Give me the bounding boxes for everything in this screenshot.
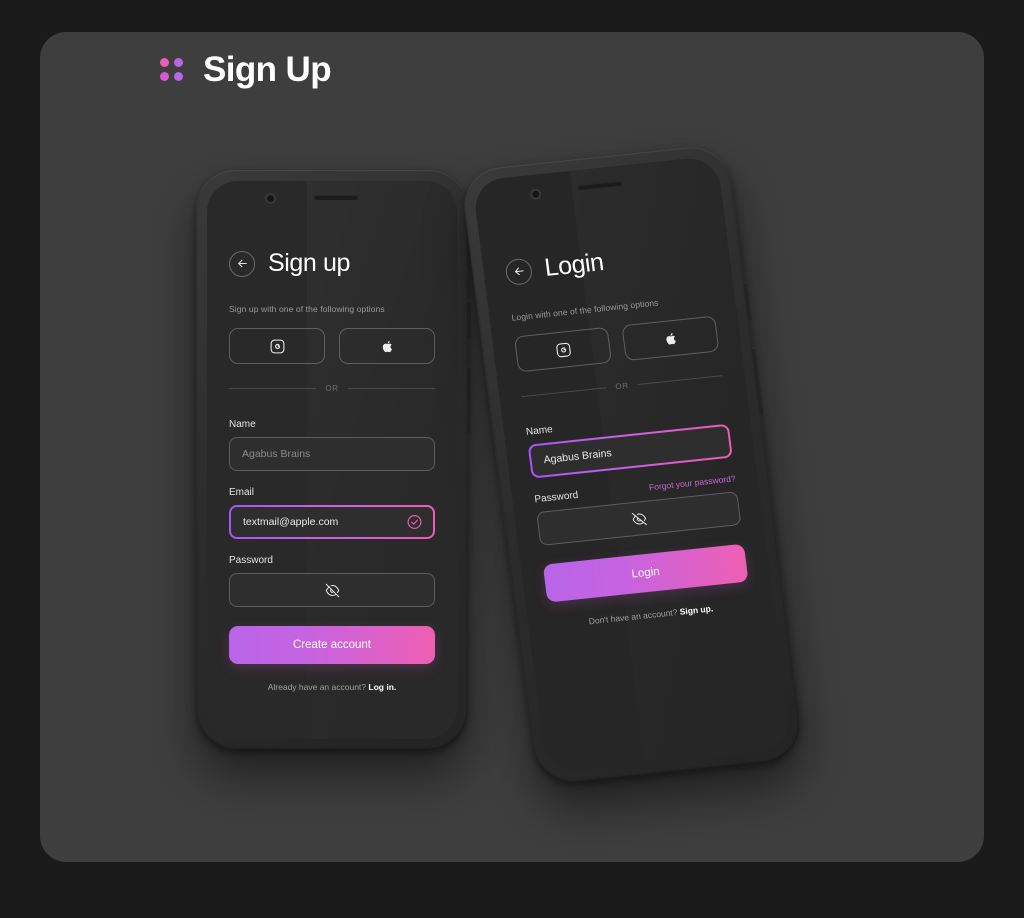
signup-name-group: Name Agabus Brains bbox=[229, 419, 435, 471]
apple-icon bbox=[382, 340, 392, 352]
brand-header: Sign Up bbox=[160, 50, 332, 89]
forgot-password-link[interactable]: Forgot your password? bbox=[648, 473, 736, 492]
divider-line-right bbox=[347, 388, 436, 389]
google-icon bbox=[270, 339, 284, 353]
name-value: Agabus Brains bbox=[542, 447, 613, 467]
password-input[interactable] bbox=[229, 573, 435, 607]
earpiece-speaker bbox=[314, 195, 358, 200]
email-focus-ring: textmail@apple.com bbox=[229, 505, 435, 539]
back-button[interactable] bbox=[229, 250, 255, 277]
signup-title: Sign up bbox=[268, 249, 350, 277]
front-camera-icon bbox=[529, 188, 542, 201]
create-account-label: Create account bbox=[293, 639, 371, 651]
signup-password-group: Password bbox=[229, 555, 435, 607]
earpiece-speaker bbox=[577, 180, 622, 191]
signup-footer: Already have an account? Log in. bbox=[229, 682, 435, 692]
divider-line-right bbox=[637, 375, 723, 385]
signup-social-row bbox=[229, 328, 435, 364]
signup-footer-text: Already have an account? bbox=[267, 682, 369, 692]
eye-off-icon[interactable] bbox=[630, 510, 647, 526]
login-header: Login bbox=[504, 237, 709, 287]
signup-screen: Sign up Sign up with one of the followin… bbox=[207, 181, 457, 739]
name-input[interactable]: Agabus Brains bbox=[229, 437, 435, 471]
phone-side-button-volume bbox=[467, 300, 471, 338]
phone-mockup-signup: Sign up Sign up with one of the followin… bbox=[196, 170, 471, 750]
email-input[interactable]: textmail@apple.com bbox=[229, 505, 435, 539]
signup-content: Sign up Sign up with one of the followin… bbox=[207, 249, 457, 692]
page-title: Sign Up bbox=[203, 50, 332, 89]
password-label: Password bbox=[533, 489, 579, 506]
four-dot-logo-icon bbox=[160, 58, 183, 81]
back-button[interactable] bbox=[504, 257, 534, 286]
login-title: Login bbox=[542, 248, 606, 282]
divider-label: OR bbox=[614, 380, 630, 392]
email-value: textmail@apple.com bbox=[243, 516, 339, 528]
google-signin-button[interactable] bbox=[513, 326, 613, 373]
design-canvas: Sign Up Sign up Sign up with one of the … bbox=[0, 0, 1024, 918]
apple-signin-button[interactable] bbox=[339, 328, 435, 364]
phone-side-button-power bbox=[467, 366, 471, 434]
login-button-label: Login bbox=[630, 565, 661, 581]
login-or-divider: OR bbox=[521, 371, 723, 401]
divider-label: OR bbox=[325, 384, 339, 393]
arrow-left-icon bbox=[514, 267, 524, 276]
check-circle-icon bbox=[406, 514, 423, 531]
login-footer-text: Don't have an account? bbox=[588, 606, 681, 627]
google-signin-button[interactable] bbox=[229, 328, 325, 364]
password-label: Password bbox=[229, 555, 273, 566]
login-password-group: Password Forgot your password? bbox=[533, 473, 742, 546]
signup-email-group: Email textmail@apple.com bbox=[229, 487, 435, 539]
signup-link[interactable]: Sign up. bbox=[679, 603, 714, 616]
email-label: Email bbox=[229, 487, 255, 498]
login-button[interactable]: Login bbox=[542, 543, 749, 603]
eye-off-icon[interactable] bbox=[325, 583, 340, 598]
divider-line-left bbox=[229, 388, 317, 389]
signup-or-divider: OR bbox=[229, 384, 436, 393]
divider-line-left bbox=[521, 387, 607, 398]
apple-icon bbox=[665, 332, 676, 345]
name-label: Name bbox=[229, 419, 256, 430]
login-footer: Don't have an account? Sign up. bbox=[550, 599, 752, 630]
apple-signin-button[interactable] bbox=[621, 315, 720, 362]
name-placeholder: Agabus Brains bbox=[242, 448, 311, 460]
login-name-group: Name Agabus Brains bbox=[525, 406, 733, 479]
arrow-left-icon bbox=[237, 259, 247, 268]
create-account-button[interactable]: Create account bbox=[229, 626, 435, 664]
signup-subtitle: Sign up with one of the following option… bbox=[229, 304, 385, 314]
front-camera-icon bbox=[265, 193, 276, 204]
google-icon bbox=[555, 342, 571, 357]
login-link[interactable]: Log in. bbox=[368, 682, 396, 692]
signup-header: Sign up bbox=[229, 249, 435, 278]
login-social-row bbox=[513, 315, 720, 373]
login-content: Login Login with one of the following op… bbox=[482, 235, 774, 633]
